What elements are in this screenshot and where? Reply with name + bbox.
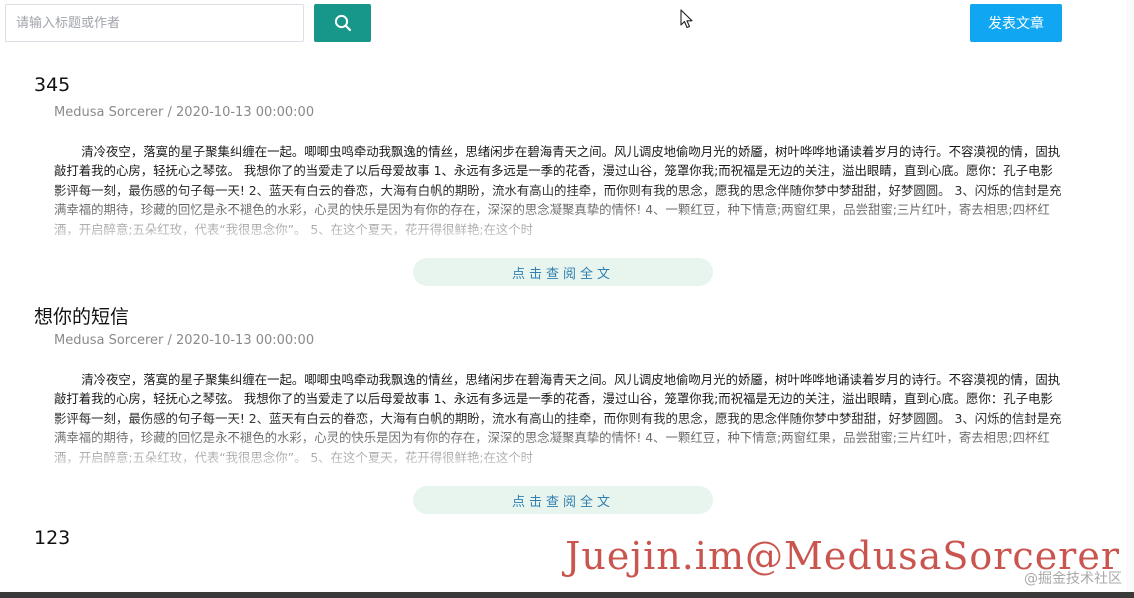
search-button[interactable] — [314, 4, 371, 42]
mouse-cursor-icon — [680, 9, 693, 29]
community-watermark: @掘金技术社区 — [1024, 571, 1122, 587]
top-toolbar: 发表文章 — [0, 0, 1134, 48]
article-excerpt: 清冷夜空，落寞的星子聚集纠缠在一起。唧唧虫鸣牵动我飘逸的情丝，思绪闲步在碧海青天… — [54, 372, 1062, 465]
article-title[interactable]: 想你的短信 — [34, 302, 129, 329]
read-more-button[interactable]: 点击查阅全文 — [413, 486, 713, 514]
article-card: 345 Medusa Sorcerer / 2020-10-13 00:00:0… — [0, 74, 1100, 294]
article-title[interactable]: 123 — [34, 527, 70, 549]
article-meta: Medusa Sorcerer / 2020-10-13 00:00:00 — [54, 105, 315, 120]
article-title[interactable]: 345 — [34, 74, 70, 96]
article-excerpt: 清冷夜空，落寞的星子聚集纠缠在一起。唧唧虫鸣牵动我飘逸的情丝，思绪闲步在碧海青天… — [54, 144, 1062, 237]
bottom-window-border — [0, 592, 1134, 598]
publish-article-button[interactable]: 发表文章 — [970, 4, 1062, 42]
search-icon — [334, 14, 351, 32]
article-meta: Medusa Sorcerer / 2020-10-13 00:00:00 — [54, 333, 315, 348]
read-more-button[interactable]: 点击查阅全文 — [413, 258, 713, 286]
article-card: 想你的短信 Medusa Sorcerer / 2020-10-13 00:00… — [0, 302, 1100, 522]
search-input[interactable] — [5, 4, 304, 42]
page-scroll-edge — [1126, 0, 1134, 598]
